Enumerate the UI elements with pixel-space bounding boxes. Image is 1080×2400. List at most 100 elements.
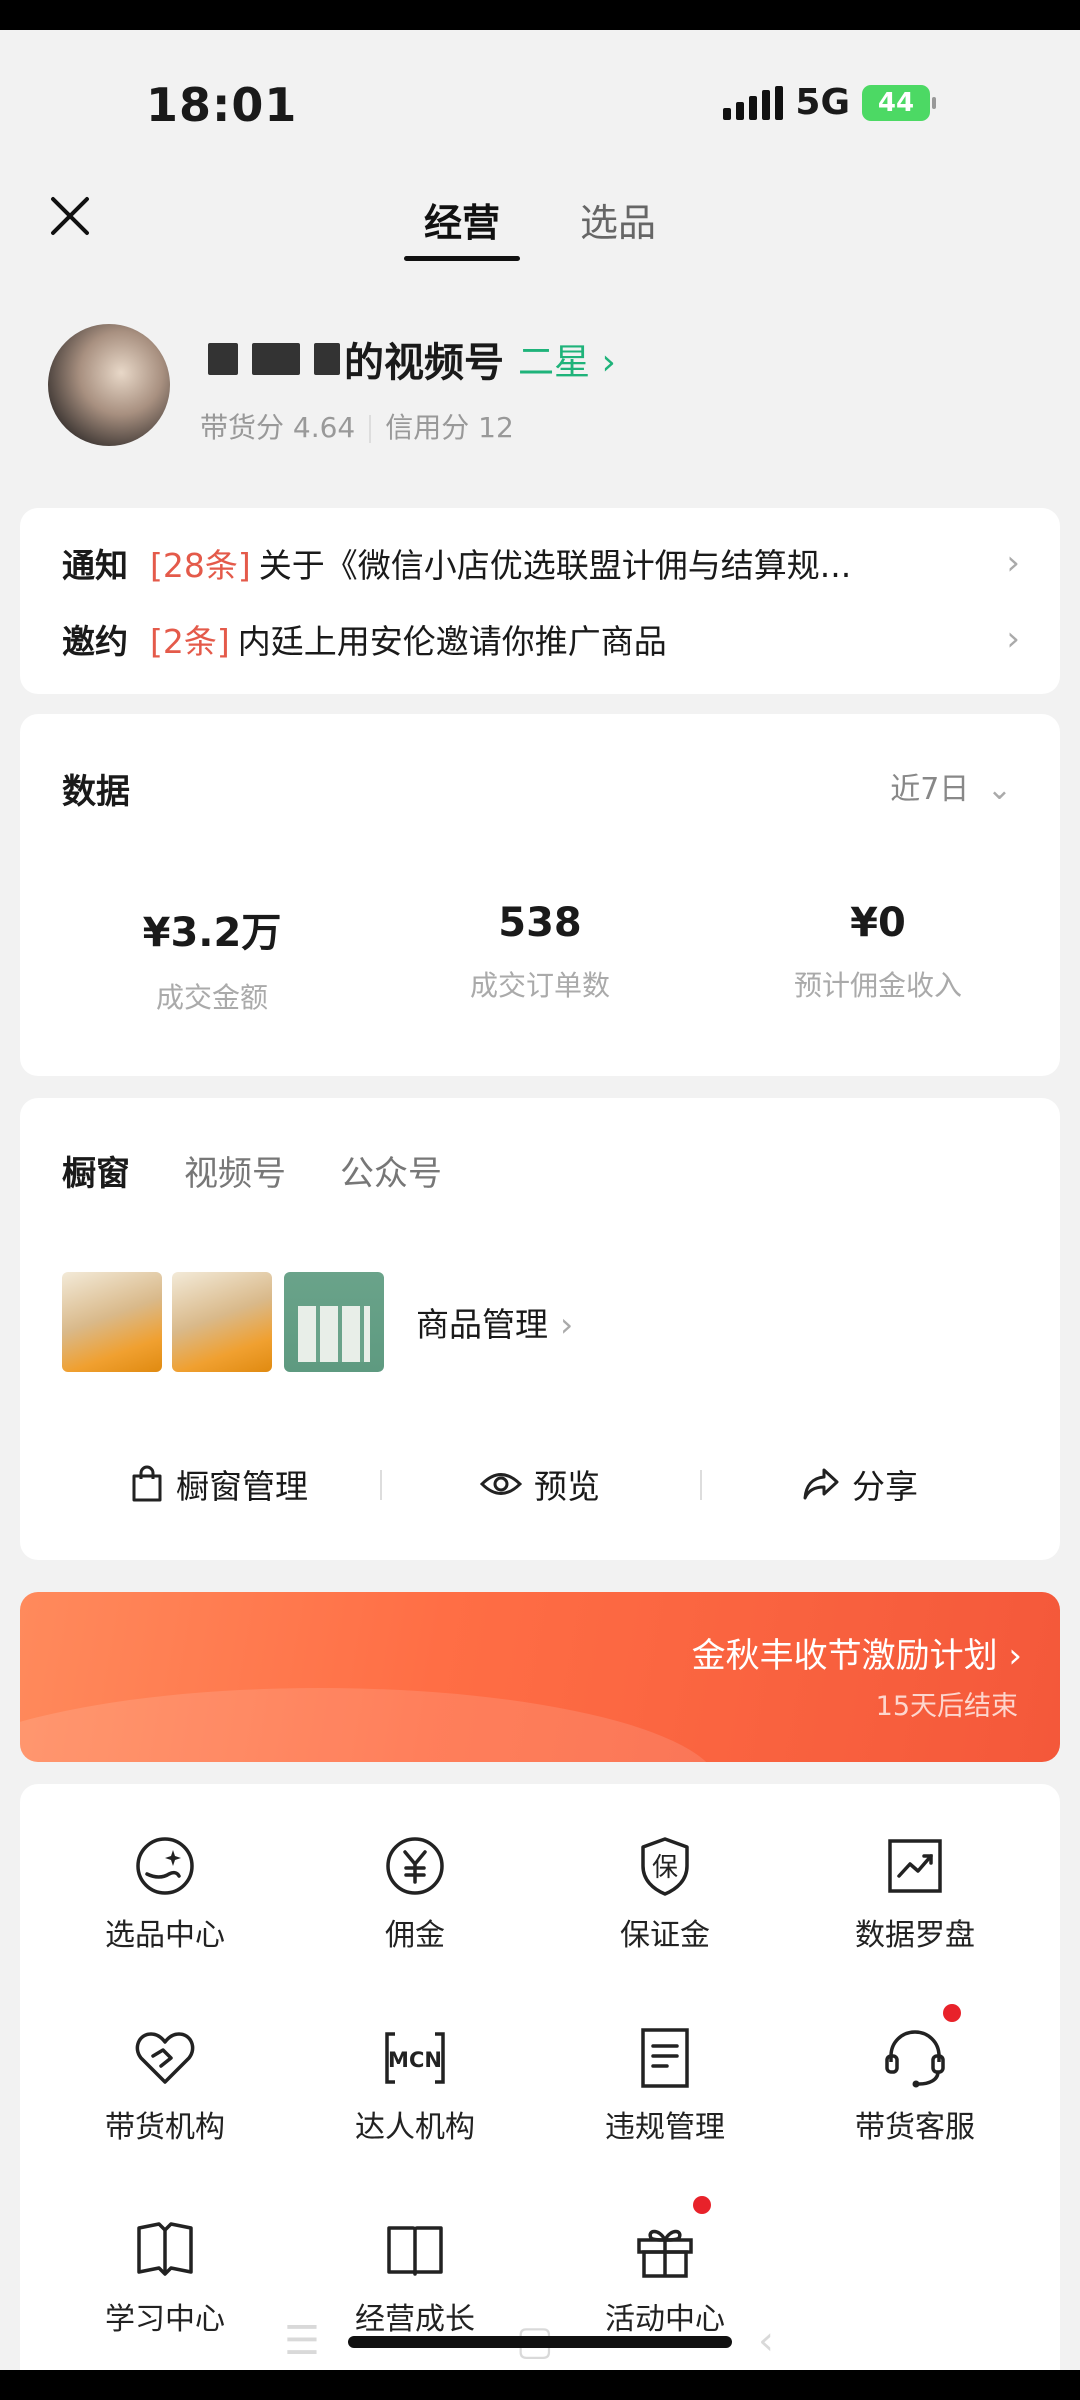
- grid-label: 带货机构: [105, 2110, 225, 2145]
- metric-commission[interactable]: ¥0 预计佣金收入: [728, 900, 1028, 1004]
- chevron-right-icon: ›: [590, 342, 616, 383]
- grid-item-data-compass[interactable]: 数据罗盘: [790, 1834, 1040, 1954]
- notice-row-notification[interactable]: 通知 [28条] 关于《微信小店优选联盟计佣与结算规... ›: [62, 536, 1020, 590]
- product-thumbnail[interactable]: [284, 1272, 384, 1372]
- grid-item-activity[interactable]: 活动中心: [540, 2196, 790, 2338]
- grid-item-learning[interactable]: 学习中心: [40, 2218, 290, 2338]
- grid-item-product-selection[interactable]: 选品中心: [40, 1834, 290, 1954]
- window-management-label: 橱窗管理: [176, 1467, 308, 1506]
- grid-label: 活动中心: [605, 2302, 725, 2337]
- share-icon: [803, 1468, 839, 1500]
- data-title: 数据: [62, 772, 130, 812]
- promo-banner[interactable]: 金秋丰收节激励计划 › 15天后结束: [20, 1592, 1060, 1762]
- metric-label: 预计佣金收入: [793, 969, 962, 1002]
- product-thumbnail[interactable]: [172, 1272, 272, 1372]
- metric-value: ¥0: [850, 900, 906, 946]
- menu-nav-icon[interactable]: ☰: [284, 2318, 320, 2364]
- grid-label: 保证金: [620, 1918, 710, 1953]
- credit-score: 信用分 12: [385, 411, 514, 444]
- yen-coin-icon: [383, 1834, 447, 1898]
- tab-selection[interactable]: 选品: [580, 192, 656, 247]
- notice-label: 通知: [62, 546, 128, 585]
- profile-name-row[interactable]: 的视频号 二星 ›: [208, 330, 616, 388]
- notice-row-invitation[interactable]: 邀约 [2条] 内廷上用安伦邀请你推广商品 ›: [62, 612, 1020, 666]
- home-indicator[interactable]: [348, 2336, 732, 2348]
- grid-label: 学习中心: [105, 2302, 225, 2337]
- network-type: 5G: [795, 82, 850, 123]
- metric-orders[interactable]: 538 成交订单数: [390, 900, 690, 1004]
- grid-label: 佣金: [385, 1918, 445, 1953]
- profile-section: 的视频号 二星 › 带货分 4.64 信用分 12: [48, 322, 1048, 452]
- notification-dot: [943, 2004, 961, 2022]
- grid-item-customer-service[interactable]: 带货客服: [790, 2004, 1040, 2146]
- chevron-right-icon: ›: [1006, 619, 1020, 659]
- active-tab-indicator: [404, 256, 520, 261]
- notice-text: 内廷上用安伦邀请你推广商品: [237, 622, 667, 661]
- notice-text: 关于《微信小店优选联盟计佣与结算规...: [258, 546, 852, 585]
- profile-level: 二星: [518, 342, 591, 383]
- share-button[interactable]: 分享: [802, 1460, 918, 1508]
- metric-label: 成交金额: [155, 981, 268, 1014]
- tab-business[interactable]: 经营: [424, 192, 500, 247]
- banner-title: 金秋丰收节激励计划 ›: [691, 1636, 1022, 1676]
- share-label: 分享: [852, 1467, 918, 1506]
- profile-level-link[interactable]: 二星 ›: [518, 333, 616, 385]
- open-book-icon: [133, 2218, 197, 2282]
- back-nav-icon[interactable]: ‹: [758, 2318, 774, 2364]
- metric-value: ¥3.2万: [142, 910, 282, 956]
- grid-label: 数据罗盘: [855, 1918, 975, 1953]
- redacted-name: [208, 343, 340, 375]
- window-card: 橱窗 视频号 公众号 商品管理 › 橱窗管理 预览 分享: [20, 1098, 1060, 1560]
- deposit-shield-icon: 保: [633, 1834, 697, 1898]
- metric-label: 成交订单数: [469, 969, 610, 1002]
- deposit-glyph: 保: [652, 1853, 678, 1883]
- product-thumbnail[interactable]: [62, 1272, 162, 1372]
- grid-label: 带货客服: [855, 2110, 975, 2145]
- status-indicators: 5G 44: [723, 82, 936, 123]
- book-icon: [383, 2218, 447, 2282]
- handshake-heart-icon: [133, 2026, 197, 2090]
- tab-channels[interactable]: 视频号: [184, 1146, 286, 1195]
- top-tab-bar: 经营 选品: [0, 170, 1080, 270]
- grid-item-commission[interactable]: 佣金: [290, 1834, 540, 1954]
- notification-dot: [693, 2196, 711, 2214]
- battery-level: 44: [877, 87, 915, 118]
- grid-label: 选品中心: [105, 1918, 225, 1953]
- notice-card: 通知 [28条] 关于《微信小店优选联盟计佣与结算规... › 邀约 [2条] …: [20, 508, 1060, 694]
- document-icon: [633, 2026, 697, 2090]
- chevron-right-icon: ›: [560, 1305, 574, 1344]
- grid-item-deposit[interactable]: 保 保证金: [540, 1834, 790, 1954]
- grid-item-agency[interactable]: 带货机构: [40, 2026, 290, 2146]
- profile-name: 的视频号: [344, 340, 504, 386]
- grid-item-violation[interactable]: 违规管理: [540, 2026, 790, 2146]
- goods-management-link[interactable]: 商品管理 ›: [416, 1298, 573, 1346]
- top-bezel: [0, 0, 1080, 30]
- divider: [700, 1470, 702, 1500]
- notice-count: [28条]: [150, 546, 251, 585]
- metric-value: 538: [498, 900, 582, 946]
- status-bar: 18:01 5G 44: [0, 30, 1080, 140]
- headset-icon: [883, 2004, 961, 2090]
- notice-count: [2条]: [150, 622, 230, 661]
- metric-gmv[interactable]: ¥3.2万 成交金额: [62, 900, 362, 1016]
- grid-label: 违规管理: [605, 2110, 725, 2145]
- grid-item-growth[interactable]: 经营成长: [290, 2218, 540, 2338]
- service-grid: 选品中心 佣金 保 保证金 数据罗盘 带货机构 MCN 达人机构 违规管理 带货…: [20, 1784, 1060, 2370]
- notice-label: 邀约: [62, 622, 128, 661]
- tab-official-account[interactable]: 公众号: [340, 1146, 442, 1195]
- divider: [369, 415, 372, 443]
- period-selector[interactable]: 近7日 ⌄: [890, 764, 1012, 808]
- grid-label: 达人机构: [355, 2110, 475, 2145]
- banner-subtitle: 15天后结束: [875, 1691, 1018, 1722]
- grid-item-mcn[interactable]: MCN 达人机构: [290, 2026, 540, 2146]
- window-management-button[interactable]: 橱窗管理: [130, 1460, 308, 1508]
- tab-window[interactable]: 橱窗: [62, 1146, 130, 1195]
- goods-score: 带货分 4.64: [200, 411, 356, 444]
- preview-button[interactable]: 预览: [480, 1460, 600, 1508]
- close-icon[interactable]: [48, 194, 92, 238]
- preview-label: 预览: [534, 1467, 600, 1506]
- bottom-bezel: [0, 2370, 1080, 2400]
- data-chart-icon: [883, 1834, 947, 1898]
- chevron-right-icon: ›: [997, 1636, 1022, 1676]
- avatar[interactable]: [48, 324, 170, 446]
